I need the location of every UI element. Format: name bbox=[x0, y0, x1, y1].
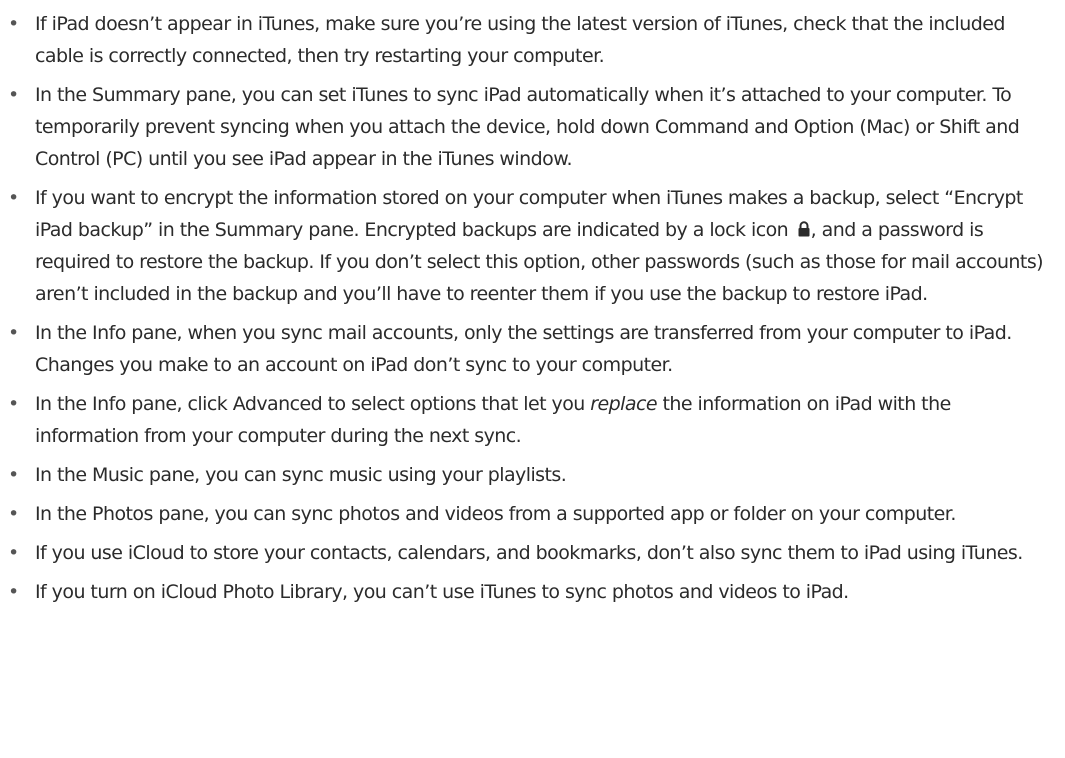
bullet: • bbox=[8, 322, 19, 344]
tips-list: • If iPad doesn’t appear in iTunes, make… bbox=[0, 0, 1065, 615]
bullet: • bbox=[8, 393, 19, 415]
bullet: • bbox=[8, 464, 19, 486]
bullet: • bbox=[8, 542, 19, 564]
list-item: • In the Photos pane, you can sync photo… bbox=[0, 498, 1065, 530]
bullet: • bbox=[8, 13, 19, 35]
bullet: • bbox=[8, 581, 19, 603]
tip-text: If you turn on iCloud Photo Library, you… bbox=[35, 581, 849, 603]
tip-text: If you use iCloud to store your contacts… bbox=[35, 542, 1023, 564]
tip-text: In the Info pane, click Advanced to sele… bbox=[35, 393, 951, 447]
tip-text-before-emphasis: In the Info pane, click Advanced to sele… bbox=[35, 393, 591, 415]
tip-text: In the Music pane, you can sync music us… bbox=[35, 464, 567, 486]
tip-text: In the Info pane, when you sync mail acc… bbox=[35, 322, 1012, 376]
list-item: • In the Music pane, you can sync music … bbox=[0, 459, 1065, 491]
bullet: • bbox=[8, 503, 19, 525]
list-item: • In the Summary pane, you can set iTune… bbox=[0, 79, 1065, 175]
bullet: • bbox=[8, 187, 19, 209]
tip-text: If you want to encrypt the information s… bbox=[35, 187, 1044, 305]
bullet: • bbox=[8, 84, 19, 106]
list-item: • In the Info pane, when you sync mail a… bbox=[0, 317, 1065, 381]
list-item: • In the Info pane, click Advanced to se… bbox=[0, 388, 1065, 452]
emphasis-replace: replace bbox=[590, 393, 658, 415]
tip-text: In the Summary pane, you can set iTunes … bbox=[35, 84, 1020, 170]
tip-text: If iPad doesn’t appear in iTunes, make s… bbox=[35, 13, 1005, 67]
list-item: • If you use iCloud to store your contac… bbox=[0, 537, 1065, 569]
list-item: • If iPad doesn’t appear in iTunes, make… bbox=[0, 8, 1065, 72]
list-item: • If you turn on iCloud Photo Library, y… bbox=[0, 576, 1065, 608]
lock-icon bbox=[797, 221, 811, 237]
list-item: • If you want to encrypt the information… bbox=[0, 182, 1065, 310]
tip-text: In the Photos pane, you can sync photos … bbox=[35, 503, 956, 525]
